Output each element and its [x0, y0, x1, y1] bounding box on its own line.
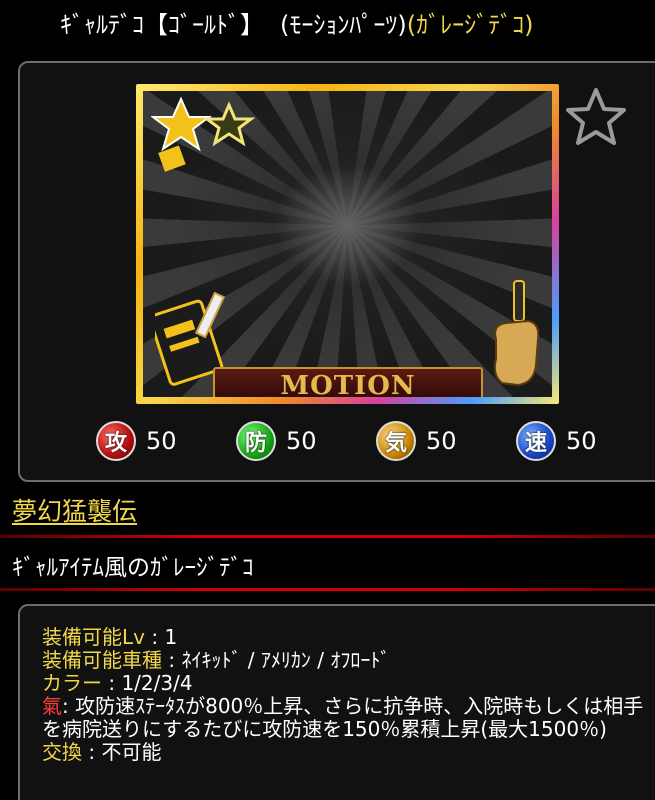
equip-level-label: 装備可能Lv [42, 625, 145, 649]
ki-value: 50 [426, 427, 457, 455]
speed-icon: 速 [516, 421, 556, 461]
speed-stat: 速 50 [516, 421, 597, 461]
ki-effect-line: 氣: 攻防速ｽﾃｰﾀｽが800％上昇、さらに抗争時、入院時もしくは相手を病院送り… [42, 695, 655, 741]
separator: : [162, 648, 182, 672]
item-description: ｷﾞｬﾙｱｲﾃﾑ風のｶﾞﾚｰｼﾞﾃﾞｺ [12, 555, 254, 581]
color-value: 1/2/3/4 [121, 671, 193, 695]
defense-icon: 防 [236, 421, 276, 461]
motion-banner: MOTION [213, 367, 483, 397]
color-line: カラー : 1/2/3/4 [42, 672, 655, 695]
card-panel: MOTION 攻 50 防 50 気 50 速 50 [18, 61, 655, 482]
ki-effect-label: 氣 [42, 694, 62, 718]
color-label: カラー [42, 671, 102, 695]
ki-effect-text: 攻防速ｽﾃｰﾀｽが800％上昇、さらに抗争時、入院時もしくは相手を病院送りにする… [42, 694, 644, 741]
attack-icon: 攻 [96, 421, 136, 461]
series-link[interactable]: 夢幻猛襲伝 [12, 492, 137, 528]
equip-level-value: 1 [164, 625, 178, 649]
equip-level-line: 装備可能Lv : 1 [42, 626, 655, 649]
separator: : [102, 671, 122, 695]
trade-value: 不可能 [101, 740, 162, 764]
vehicle-type-label: 装備可能車種 [42, 648, 162, 672]
divider [0, 535, 655, 538]
gold-star-decoration-icon [151, 96, 256, 172]
detail-list: 装備可能Lv : 1 装備可能車種 : ﾈｲｷｯﾄﾞ / ｱﾒﾘｶﾝ / ｵﾌﾛ… [42, 626, 655, 764]
title-bar: ｷﾞｬﾙﾃﾞｺ【ｺﾞｰﾙﾄﾞ】 (ﾓｰｼｮﾝﾊﾟｰﾂ) (ｶﾞﾚｰｼﾞﾃﾞｺ) [0, 0, 655, 44]
attack-value: 50 [146, 427, 177, 455]
item-name: ｷﾞｬﾙﾃﾞｺ【ｺﾞｰﾙﾄﾞ】 [60, 10, 264, 39]
item-type: (ﾓｰｼｮﾝﾊﾟｰﾂ) [280, 10, 407, 39]
item-image: MOTION [143, 91, 552, 397]
separator: : [62, 694, 76, 718]
divider [0, 588, 655, 591]
detail-panel: 装備可能Lv : 1 装備可能車種 : ﾈｲｷｯﾄﾞ / ｱﾒﾘｶﾝ / ｵﾌﾛ… [18, 604, 655, 800]
defense-value: 50 [286, 427, 317, 455]
trade-label: 交換 [42, 740, 82, 764]
vehicle-type-value: ﾈｲｷｯﾄﾞ / ｱﾒﾘｶﾝ / ｵﾌﾛｰﾄﾞ [181, 648, 391, 672]
favorite-star-icon[interactable] [565, 86, 627, 148]
stats-row: 攻 50 防 50 気 50 速 50 [96, 421, 636, 465]
hand-decoration-icon [493, 280, 540, 387]
trade-line: 交換 : 不可能 [42, 741, 655, 764]
attack-stat: 攻 50 [96, 421, 177, 461]
separator: : [82, 740, 102, 764]
defense-stat: 防 50 [236, 421, 317, 461]
item-image-frame: MOTION [136, 84, 559, 404]
speed-value: 50 [566, 427, 597, 455]
item-category: (ｶﾞﾚｰｼﾞﾃﾞｺ) [406, 10, 534, 39]
ki-stat: 気 50 [376, 421, 457, 461]
vehicle-type-line: 装備可能車種 : ﾈｲｷｯﾄﾞ / ｱﾒﾘｶﾝ / ｵﾌﾛｰﾄﾞ [42, 649, 655, 672]
ki-icon: 気 [376, 421, 416, 461]
separator: : [144, 625, 165, 649]
